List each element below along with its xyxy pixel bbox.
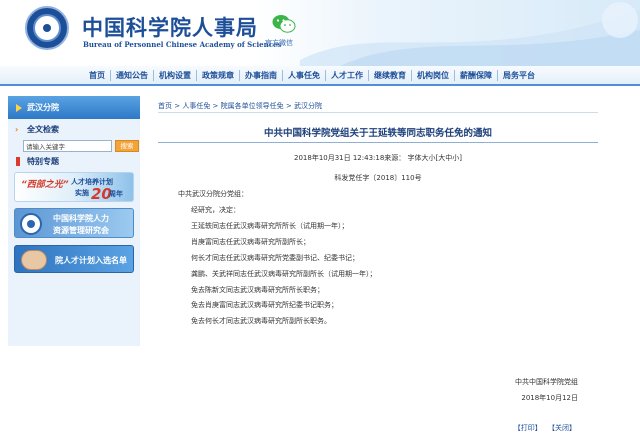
- article-actions: 【打印】 【关闭】: [510, 423, 576, 433]
- paragraph: 免去何长才同志武汉病毒研究所副所长职务。: [191, 317, 331, 325]
- article-meta: 2018年10月31日 12:43:18来源： 字体大小[大中小]: [294, 154, 462, 162]
- chevron-right-icon: ›: [15, 125, 19, 134]
- site-title[interactable]: 中国科学院人事局: [82, 12, 258, 42]
- west-light-banner[interactable]: “西部之光” 人才培养计划 实施 20 周年: [14, 172, 134, 202]
- breadcrumb[interactable]: 首页 > 人事任免 > 院属各单位领导任免 > 武汉分院: [158, 101, 322, 111]
- special-section-title: 特别专题: [8, 154, 140, 169]
- search-input[interactable]: [23, 140, 112, 152]
- paragraph: 王延轶同志任武汉病毒研究所所长（试用期一年）；: [191, 222, 349, 230]
- signer: 中共中国科学院党组: [515, 378, 578, 386]
- hr-research-society-banner[interactable]: 中国科学院人力 资源管理研究会: [14, 208, 134, 238]
- wechat-label[interactable]: 官方微信: [265, 38, 293, 48]
- paragraph: 免去陈新文同志武汉病毒研究所所长职务；: [191, 286, 324, 294]
- divider: [158, 112, 598, 113]
- nav-item-salary[interactable]: 薪酬保障: [455, 70, 498, 81]
- nav-item-notices[interactable]: 通知公告: [111, 70, 154, 81]
- nav-item-platform[interactable]: 局务平台: [498, 70, 540, 81]
- paragraph: 免去肖庚富同志武汉病毒研究所纪委书记职务；: [191, 301, 338, 309]
- paragraph: 经研究，决定：: [191, 206, 240, 214]
- close-link[interactable]: 【关闭】: [548, 424, 576, 432]
- article-title: 中共中国科学院党组关于王延轶等同志职务任免的通知: [263, 128, 492, 139]
- main-nav: 首页 通知公告 机构设置 政策规章 办事指南 人事任免 人才工作 继续教育 机构…: [0, 66, 640, 86]
- document-number: 科发党任字〔2018〕110号: [334, 174, 422, 182]
- arrow-right-icon: [16, 104, 22, 112]
- nav-item-appointments[interactable]: 人事任免: [283, 70, 326, 81]
- nav-item-education[interactable]: 继续教育: [369, 70, 412, 81]
- salutation: 中共武汉分院分党组：: [178, 190, 248, 198]
- divider: [158, 142, 598, 143]
- paragraph: 肖庚富同志任武汉病毒研究所副所长；: [191, 238, 310, 246]
- search-section-title: › 全文检索: [8, 122, 140, 137]
- society-logo-icon: [20, 213, 42, 235]
- cas-logo-icon[interactable]: [25, 6, 69, 50]
- nav-item-policies[interactable]: 政策规章: [197, 70, 240, 81]
- print-link[interactable]: 【打印】: [514, 424, 542, 432]
- nav-item-home[interactable]: 首页: [84, 70, 111, 81]
- sidebar-header-label: 武汉分院: [27, 103, 59, 112]
- wechat-icon[interactable]: [272, 14, 296, 34]
- nav-item-organization[interactable]: 机构设置: [154, 70, 197, 81]
- header-background-decoration: [300, 2, 640, 66]
- search-button[interactable]: 搜索: [115, 140, 139, 152]
- site-subtitle: Bureau of Personnel Chinese Academy of S…: [83, 40, 282, 49]
- section-marker-icon: [16, 157, 20, 166]
- paragraph: 何长才同志任武汉病毒研究所党委副书记、纪委书记；: [191, 254, 359, 262]
- nav-item-talent[interactable]: 人才工作: [326, 70, 369, 81]
- nav-item-positions[interactable]: 机构岗位: [412, 70, 455, 81]
- sign-date: 2018年10月12日: [521, 394, 578, 402]
- handshake-icon: [21, 250, 47, 270]
- paragraph: 龚鹏、关武祥同志任武汉病毒研究所副所长（试用期一年）；: [191, 270, 377, 278]
- talent-program-banner[interactable]: 院人才计划入选名单: [14, 245, 134, 273]
- nav-item-guide[interactable]: 办事指南: [240, 70, 283, 81]
- site-header: 中国科学院人事局 Bureau of Personnel Chinese Aca…: [0, 0, 640, 66]
- sidebar-header[interactable]: 武汉分院: [8, 96, 140, 119]
- search-row: 搜索: [8, 137, 140, 154]
